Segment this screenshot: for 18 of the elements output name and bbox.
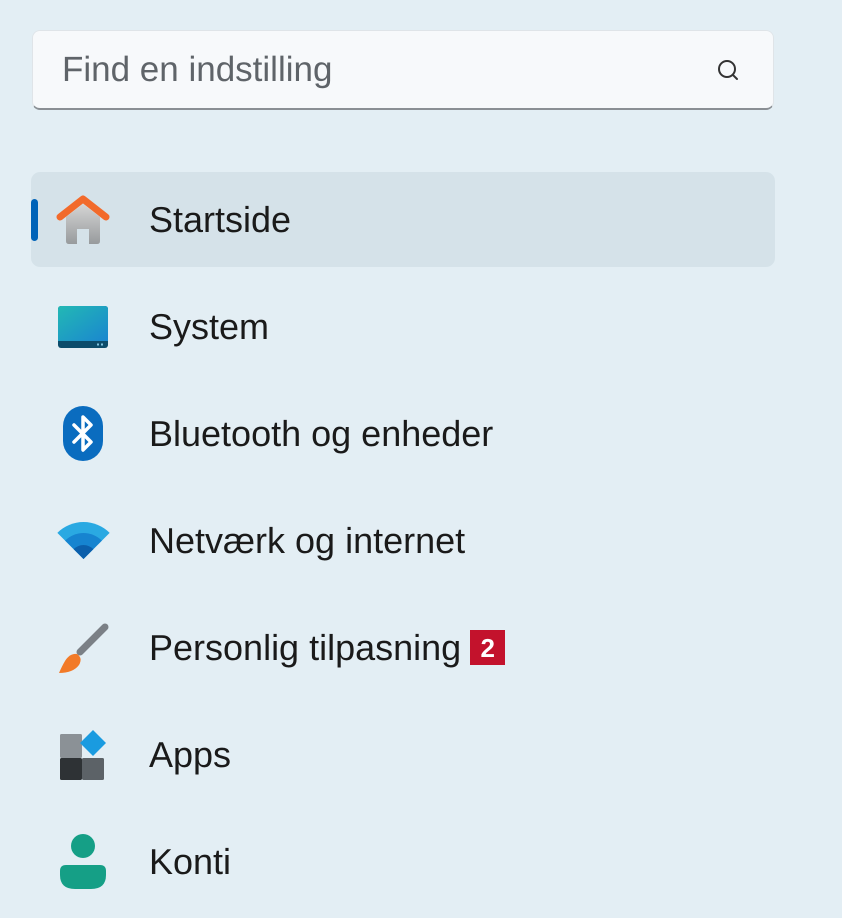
search-field[interactable]: Find en indstilling — [32, 30, 774, 110]
house-icon — [56, 194, 110, 244]
bluetooth-icon — [63, 406, 103, 461]
search-icon — [716, 58, 740, 82]
nav-item[interactable]: Startside — [31, 172, 775, 267]
nav-item[interactable]: Netværk og internet — [31, 493, 775, 588]
nav-item[interactable]: Personlig tilpasning 2 — [31, 600, 775, 695]
selection-indicator — [31, 199, 38, 241]
blocks-icon — [60, 730, 106, 780]
nav-item[interactable]: Apps — [31, 707, 775, 802]
number-badge: 2 — [470, 630, 506, 665]
display-icon — [58, 306, 108, 348]
wifi-icon — [56, 522, 110, 559]
nav-item[interactable]: System — [31, 279, 775, 374]
paintbrush-icon — [56, 622, 110, 674]
nav-item[interactable]: Konti — [31, 814, 775, 909]
person-icon — [60, 834, 106, 889]
nav-item[interactable]: Bluetooth og enheder — [31, 386, 775, 481]
